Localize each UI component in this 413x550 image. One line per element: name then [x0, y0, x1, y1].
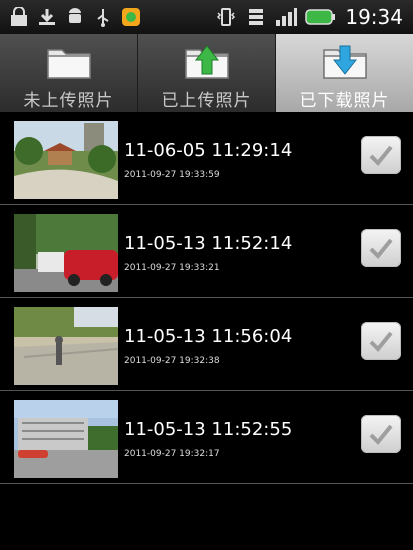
photo-title: 11-05-13 11:56:04 — [124, 326, 293, 347]
photo-title: 11-05-13 11:52:14 — [124, 233, 293, 254]
tab-bar: 未上传照片 已上传照片 已下载照片 — [0, 34, 413, 112]
tab-not-uploaded[interactable]: 未上传照片 — [0, 34, 138, 112]
lock-icon — [8, 6, 30, 28]
checkmark-icon — [369, 238, 393, 259]
list-item[interactable]: 11-05-13 11:52:14 2011-09-27 19:33:21 — [0, 205, 413, 298]
photo-date: 2011-09-27 19:33:21 — [124, 263, 220, 273]
status-bar: 19:34 — [0, 0, 413, 34]
folder-download-icon — [322, 45, 367, 79]
photo-title: 11-05-13 11:52:55 — [124, 419, 293, 440]
app-notification-icon — [120, 6, 142, 28]
photo-title: 11-06-05 11:29:14 — [124, 140, 293, 161]
signal-icon — [275, 6, 298, 28]
usb-icon — [92, 6, 114, 28]
wifi-icon — [245, 6, 267, 28]
folder-icon — [46, 49, 91, 79]
tab-downloaded[interactable]: 已下载照片 — [276, 34, 413, 112]
list-item[interactable]: 11-05-13 11:52:55 2011-09-27 19:32:17 — [0, 391, 413, 484]
checkmark-icon — [369, 145, 393, 166]
folder-upload-icon — [184, 45, 229, 79]
photo-date: 2011-09-27 19:33:59 — [124, 170, 220, 180]
tab-label: 已上传照片 — [161, 91, 252, 111]
checkbox[interactable] — [361, 415, 401, 453]
checkmark-icon — [369, 331, 393, 352]
download-icon — [36, 6, 58, 28]
photo-date: 2011-09-27 19:32:17 — [124, 449, 220, 459]
tab-label: 未上传照片 — [23, 91, 114, 111]
photo-date: 2011-09-27 19:32:38 — [124, 356, 220, 366]
photo-thumbnail — [14, 214, 118, 292]
list-item[interactable]: 11-06-05 11:29:14 2011-09-27 19:33:59 — [0, 112, 413, 205]
checkmark-icon — [369, 424, 393, 445]
photo-thumbnail — [14, 307, 118, 385]
battery-icon — [305, 6, 337, 28]
list-item[interactable]: 11-05-13 11:56:04 2011-09-27 19:32:38 — [0, 298, 413, 391]
tab-uploaded[interactable]: 已上传照片 — [138, 34, 276, 112]
android-icon — [64, 6, 86, 28]
photo-list: 11-06-05 11:29:14 2011-09-27 19:33:59 11… — [0, 112, 413, 484]
checkbox[interactable] — [361, 136, 401, 174]
photo-thumbnail — [14, 400, 118, 478]
vibrate-icon — [215, 6, 237, 28]
checkbox[interactable] — [361, 322, 401, 360]
clock: 19:34 — [345, 5, 403, 29]
checkbox[interactable] — [361, 229, 401, 267]
photo-thumbnail — [14, 121, 118, 199]
tab-label: 已下载照片 — [299, 91, 390, 111]
